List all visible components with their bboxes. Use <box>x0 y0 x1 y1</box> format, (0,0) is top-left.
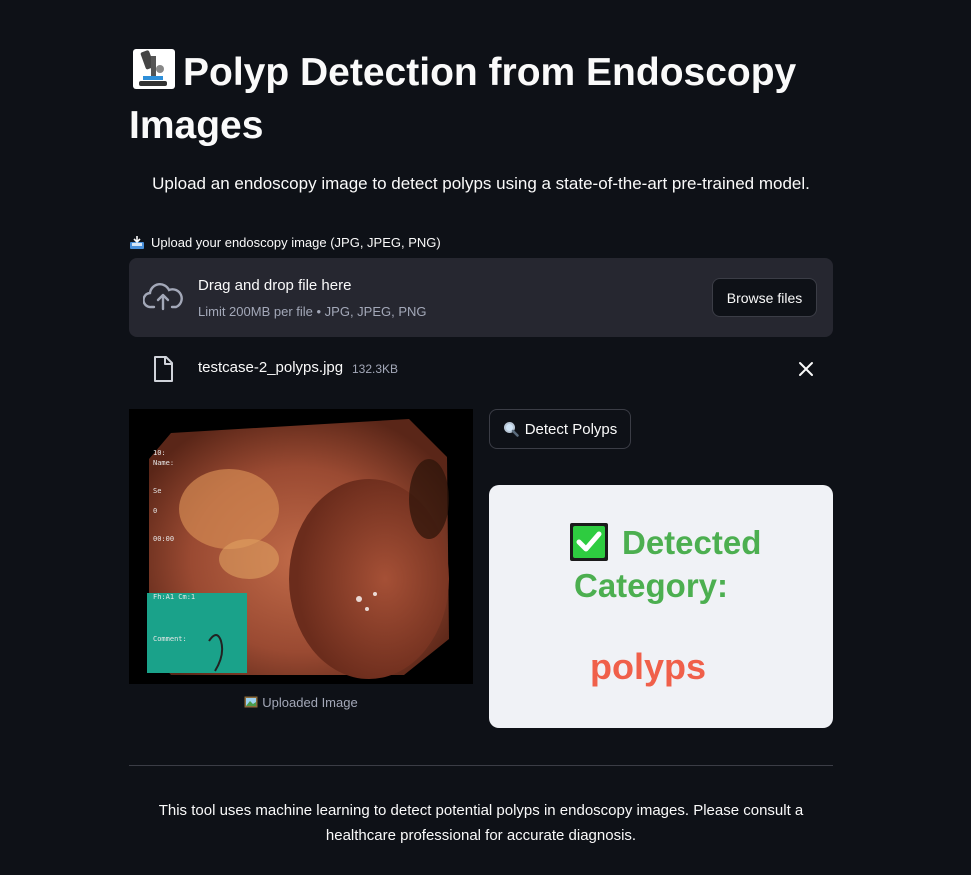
uploader-label-text: Upload your endoscopy image (JPG, JPEG, … <box>151 235 441 250</box>
dropzone-limit: Limit 200MB per file • JPG, JPEG, PNG <box>198 304 427 319</box>
framed-picture-icon <box>244 696 258 708</box>
detect-polyps-label: Detect Polyps <box>524 420 618 438</box>
page-subtitle: Upload an endoscopy image to detect poly… <box>152 174 810 193</box>
detect-polyps-button[interactable]: Detect Polyps <box>489 409 631 449</box>
svg-text:10:: 10: <box>153 449 166 457</box>
dropzone-instructions: Drag and drop file here <box>198 277 352 294</box>
svg-text:Name:: Name: <box>153 459 174 467</box>
page-title: Polyp Detection from Endoscopy Images <box>129 46 833 152</box>
image-caption-text: Uploaded Image <box>262 695 358 710</box>
uploader-label: Upload your endoscopy image (JPG, JPEG, … <box>129 234 441 252</box>
uploaded-file-row: testcase-2_polyps.jpg 132.3KB <box>129 350 833 388</box>
detected-category-label: Detected Category: <box>574 524 762 604</box>
svg-text:Comment:: Comment: <box>153 635 187 643</box>
file-icon <box>154 356 173 382</box>
footer-disclaimer: This tool uses machine learning to detec… <box>158 802 804 844</box>
inbox-tray-icon <box>130 236 144 249</box>
endoscopy-image: 10: Name: Se 0 00:00 Fh:A1 Cm:1 Comment: <box>129 409 473 684</box>
close-icon[interactable] <box>797 360 815 378</box>
page-title-text: Polyp Detection from Endoscopy Images <box>129 51 797 147</box>
cloud-upload-icon <box>143 283 183 311</box>
svg-text:Fh:A1 Cm:1: Fh:A1 Cm:1 <box>153 593 195 601</box>
image-caption: Uploaded Image <box>129 694 473 712</box>
file-name: testcase-2_polyps.jpg <box>198 359 344 376</box>
result-card: Detected Category: polyps <box>489 485 833 728</box>
divider <box>129 765 833 766</box>
svg-text:00:00: 00:00 <box>153 535 174 543</box>
microscope-icon <box>133 49 175 89</box>
magnifier-icon <box>503 422 519 437</box>
uploaded-image: 10: Name: Se 0 00:00 Fh:A1 Cm:1 Comment: <box>129 409 473 684</box>
svg-text:0: 0 <box>153 507 157 515</box>
browse-files-button[interactable]: Browse files <box>712 278 817 317</box>
detected-category-value: polyps <box>589 646 706 687</box>
file-dropzone[interactable]: Drag and drop file here Limit 200MB per … <box>129 258 833 337</box>
svg-text:Se: Se <box>153 487 161 495</box>
file-size: 132.3KB <box>352 362 399 376</box>
